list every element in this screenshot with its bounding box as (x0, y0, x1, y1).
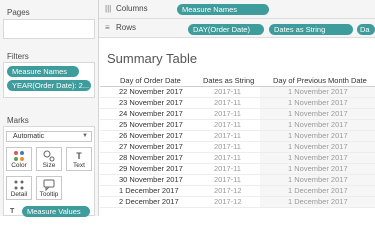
detail-dots-icon (7, 179, 31, 191)
cell-dates-as-string: 2017-11 (214, 131, 241, 140)
cell-day-of-previous-month-date: 1 November 2017 (288, 98, 348, 107)
cell-day-of-order-date: 23 November 2017 (119, 98, 183, 107)
table-row[interactable]: 29 November 2017 2017-11 1 November 2017 (100, 164, 375, 175)
cell-dates-as-string: 2017-11 (214, 142, 241, 151)
cell-day-of-order-date: 29 November 2017 (119, 164, 183, 173)
table-row[interactable]: 22 November 2017 2017-11 1 November 2017 (100, 87, 375, 98)
cell-day-of-order-date: 26 November 2017 (119, 131, 183, 140)
text-t-icon: T (76, 151, 82, 161)
pages-card-title: Pages (7, 8, 30, 17)
color-dots-icon (7, 150, 31, 162)
columns-shelf[interactable]: ||| Columns Measure Names (99, 0, 375, 19)
cell-day-of-order-date: 2 December 2017 (119, 197, 179, 206)
text-label: Text (73, 162, 85, 169)
rows-pill-dates-as-string[interactable]: Dates as String (269, 24, 353, 35)
filter-pill-measure-names[interactable]: Measure Names (7, 66, 79, 77)
table-row[interactable]: 2 December 2017 2017-12 1 December 2017 (100, 197, 375, 208)
cell-dates-as-string: 2017-11 (214, 87, 241, 96)
filters-card-title: Filters (7, 52, 29, 61)
chevron-down-icon: ▼ (82, 133, 88, 139)
rows-shelf-label: Rows (116, 23, 137, 32)
cell-day-of-previous-month-date: 1 December 2017 (288, 197, 348, 206)
sheet-title: Summary Table (107, 51, 198, 66)
rows-pill-day-order-date[interactable]: DAY(Order Date) (188, 24, 264, 35)
cell-day-of-previous-month-date: 1 November 2017 (288, 131, 348, 140)
cell-day-of-order-date: 1 December 2017 (119, 186, 179, 195)
table-row[interactable]: 24 November 2017 2017-11 1 November 2017 (100, 109, 375, 120)
cell-day-of-previous-month-date: 1 November 2017 (288, 142, 348, 151)
text-mark-icon: T (10, 208, 15, 215)
filter-pill-year-order-date[interactable]: YEAR(Order Date): 2... (7, 80, 91, 91)
cell-dates-as-string: 2017-12 (214, 186, 242, 195)
cell-day-of-previous-month-date: 1 December 2017 (288, 186, 348, 195)
table-row[interactable]: 26 November 2017 2017-11 1 November 2017 (100, 131, 375, 142)
tooltip-label: Tooltip (39, 191, 59, 198)
column-header-day-of-previous-month-date[interactable]: Day of Previous Month Date (273, 76, 367, 85)
cell-day-of-previous-month-date: 1 November 2017 (288, 120, 348, 129)
pages-drop-zone[interactable] (3, 19, 95, 39)
mark-type-value: Automatic (13, 133, 45, 140)
left-pane: Pages Filters Measure Names YEAR(Order D… (0, 0, 99, 217)
table-row[interactable]: 27 November 2017 2017-11 1 November 2017 (100, 142, 375, 153)
column-header-dates-as-string[interactable]: Dates as String (203, 76, 254, 85)
cell-day-of-order-date: 25 November 2017 (119, 120, 183, 129)
size-label: Size (42, 162, 56, 169)
marks-card-title: Marks (7, 116, 29, 125)
cell-day-of-previous-month-date: 1 November 2017 (288, 175, 348, 184)
cell-dates-as-string: 2017-12 (214, 197, 242, 206)
cell-day-of-order-date: 22 November 2017 (119, 87, 183, 96)
table-row[interactable]: 30 November 2017 2017-11 1 November 2017 (100, 175, 375, 186)
tooltip-bubble-icon (37, 179, 61, 192)
text-button[interactable]: T Text (66, 147, 92, 171)
cell-dates-as-string: 2017-11 (214, 120, 241, 129)
size-button[interactable]: Size (36, 147, 62, 171)
cell-day-of-order-date: 28 November 2017 (119, 153, 183, 162)
measure-values-pill[interactable]: Measure Values (22, 206, 90, 217)
view-canvas: Summary Table Day of Order Date Dates as… (100, 38, 375, 216)
cell-day-of-previous-month-date: 1 November 2017 (288, 164, 348, 173)
rows-shelf[interactable]: ≡ Rows DAY(Order Date) Dates as String D… (99, 19, 375, 38)
mark-type-dropdown[interactable]: Automatic ▼ (6, 131, 92, 142)
cell-dates-as-string: 2017-11 (214, 175, 241, 184)
table-row[interactable]: 1 December 2017 2017-12 1 December 2017 (100, 186, 375, 197)
rows-pill-truncated[interactable]: Da (357, 24, 375, 35)
table-row[interactable]: 28 November 2017 2017-11 1 November 2017 (100, 153, 375, 164)
cell-dates-as-string: 2017-11 (214, 164, 241, 173)
size-circles-icon (37, 150, 61, 162)
detail-button[interactable]: Detail (6, 176, 32, 200)
cell-day-of-previous-month-date: 1 November 2017 (288, 87, 348, 96)
columns-pill-measure-names[interactable]: Measure Names (177, 4, 269, 15)
tooltip-button[interactable]: Tooltip (36, 176, 62, 200)
cell-dates-as-string: 2017-11 (214, 109, 241, 118)
filters-card: Measure Names YEAR(Order Date): 2... (3, 62, 95, 98)
cell-day-of-order-date: 24 November 2017 (119, 109, 183, 118)
cell-day-of-order-date: 27 November 2017 (119, 142, 183, 151)
columns-shelf-icon: ||| (105, 4, 112, 13)
cell-dates-as-string: 2017-11 (214, 153, 241, 162)
table-row[interactable]: 23 November 2017 2017-11 1 November 2017 (100, 98, 375, 109)
column-header-day-of-order-date[interactable]: Day of Order Date (120, 76, 181, 85)
rows-shelf-icon: ≡ (105, 23, 110, 32)
cell-day-of-order-date: 30 November 2017 (119, 175, 183, 184)
color-label: Color (11, 162, 27, 169)
detail-label: Detail (10, 191, 28, 198)
columns-shelf-label: Columns (116, 4, 148, 13)
cell-day-of-previous-month-date: 1 November 2017 (288, 153, 348, 162)
table-row[interactable]: 25 November 2017 2017-11 1 November 2017 (100, 120, 375, 131)
cell-day-of-previous-month-date: 1 November 2017 (288, 109, 348, 118)
cell-dates-as-string: 2017-11 (214, 98, 241, 107)
color-button[interactable]: Color (6, 147, 32, 171)
